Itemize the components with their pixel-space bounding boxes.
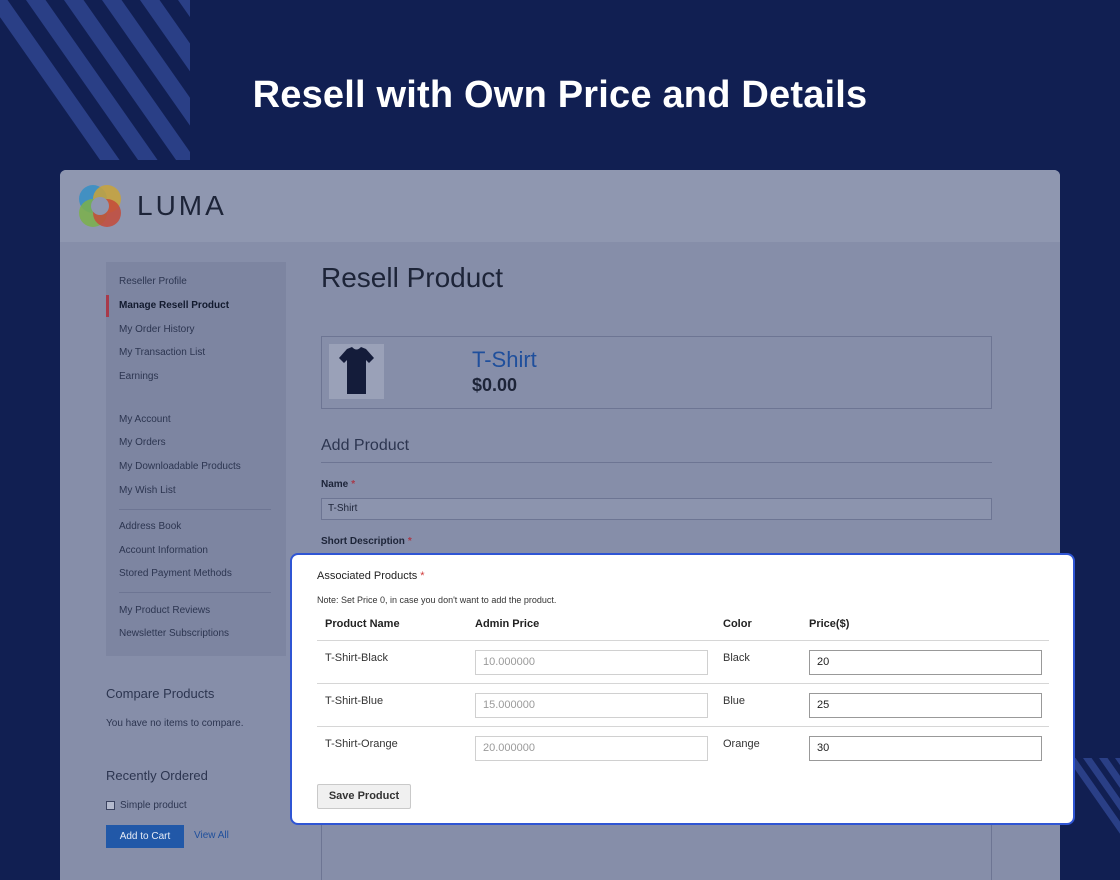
admin-price-input: 10.000000	[475, 650, 708, 675]
page-title: Resell Product	[321, 262, 504, 293]
account-sidebar: Reseller Profile Manage Resell Product M…	[106, 262, 286, 656]
compare-empty-text: You have no items to compare.	[106, 718, 244, 729]
sidebar-item-transaction-list[interactable]: My Transaction List	[119, 347, 205, 358]
short-description-label-text: Short Description	[321, 536, 405, 547]
recently-ordered-title: Recently Ordered	[106, 768, 208, 783]
short-description-label: Short Description *	[321, 536, 412, 547]
recent-item-label: Simple product	[120, 800, 187, 811]
admin-price-input: 20.000000	[475, 736, 708, 761]
required-mark: *	[351, 479, 356, 490]
associated-products-note: Note: Set Price 0, in case you don't wan…	[317, 595, 557, 605]
product-price: $0.00	[472, 375, 518, 395]
sidebar-divider	[119, 592, 271, 593]
section-divider	[321, 462, 992, 463]
column-header-price: Price($)	[809, 618, 850, 630]
product-thumbnail	[329, 344, 384, 399]
table-row-divider	[317, 683, 1049, 684]
view-all-link[interactable]: View All	[194, 830, 229, 841]
sidebar-item-wish-list[interactable]: My Wish List	[119, 485, 176, 496]
table-row-divider	[317, 726, 1049, 727]
luma-logo-icon	[79, 185, 121, 227]
associated-products-card: Associated Products * Note: Set Price 0, …	[290, 553, 1075, 825]
sidebar-item-earnings[interactable]: Earnings	[119, 371, 158, 382]
sidebar-item-my-orders[interactable]: My Orders	[119, 437, 166, 448]
store-header: LUMA	[60, 170, 1060, 242]
sidebar-item-newsletter-subscriptions[interactable]: Newsletter Subscriptions	[119, 628, 229, 639]
row-color: Blue	[723, 695, 746, 707]
admin-price-input: 15.000000	[475, 693, 708, 718]
row-color: Orange	[723, 738, 760, 750]
price-input[interactable]: 25	[809, 693, 1042, 718]
column-header-color: Color	[723, 618, 752, 630]
description-editor-frame	[321, 824, 992, 880]
recent-item-checkbox[interactable]	[106, 801, 115, 810]
add-to-cart-button[interactable]: Add to Cart	[106, 825, 184, 848]
row-product-name: T-Shirt-Blue	[325, 695, 384, 707]
compare-products-title: Compare Products	[106, 686, 215, 701]
sidebar-divider	[119, 509, 271, 510]
sidebar-item-account-information[interactable]: Account Information	[119, 545, 208, 556]
price-input[interactable]: 30	[809, 736, 1042, 761]
sidebar-item-product-reviews[interactable]: My Product Reviews	[119, 605, 210, 616]
table-row-divider	[317, 640, 1049, 641]
product-summary: T-Shirt $0.00	[321, 336, 992, 409]
associated-products-title-text: Associated Products	[317, 570, 418, 582]
row-product-name: T-Shirt-Orange	[325, 738, 398, 750]
required-mark: *	[407, 536, 412, 547]
sidebar-item-manage-resell-product[interactable]: Manage Resell Product	[119, 300, 229, 311]
sidebar-item-stored-payment-methods[interactable]: Stored Payment Methods	[119, 568, 232, 579]
name-input[interactable]: T-Shirt	[321, 498, 992, 520]
name-label-text: Name	[321, 479, 349, 490]
row-color: Black	[723, 652, 750, 664]
row-product-name: T-Shirt-Black	[325, 652, 388, 664]
save-product-button[interactable]: Save Product	[317, 784, 411, 809]
sidebar-item-downloadable-products[interactable]: My Downloadable Products	[119, 461, 241, 472]
name-label: Name *	[321, 479, 355, 490]
add-product-title: Add Product	[321, 437, 410, 454]
column-header-product-name: Product Name	[325, 618, 400, 630]
sidebar-item-my-account[interactable]: My Account	[119, 414, 171, 425]
sidebar-item-order-history[interactable]: My Order History	[119, 324, 195, 335]
required-mark: *	[420, 570, 425, 582]
active-indicator	[106, 295, 109, 317]
tshirt-icon	[339, 347, 374, 394]
price-input[interactable]: 20	[809, 650, 1042, 675]
sidebar-item-reseller-profile[interactable]: Reseller Profile	[119, 276, 187, 287]
column-header-admin-price: Admin Price	[475, 618, 540, 630]
product-name-link[interactable]: T-Shirt	[472, 347, 537, 373]
banner-title: Resell with Own Price and Details	[252, 74, 868, 116]
sidebar-item-address-book[interactable]: Address Book	[119, 521, 181, 532]
associated-products-title: Associated Products *	[317, 570, 425, 582]
store-logo-text: LUMA	[137, 190, 227, 221]
